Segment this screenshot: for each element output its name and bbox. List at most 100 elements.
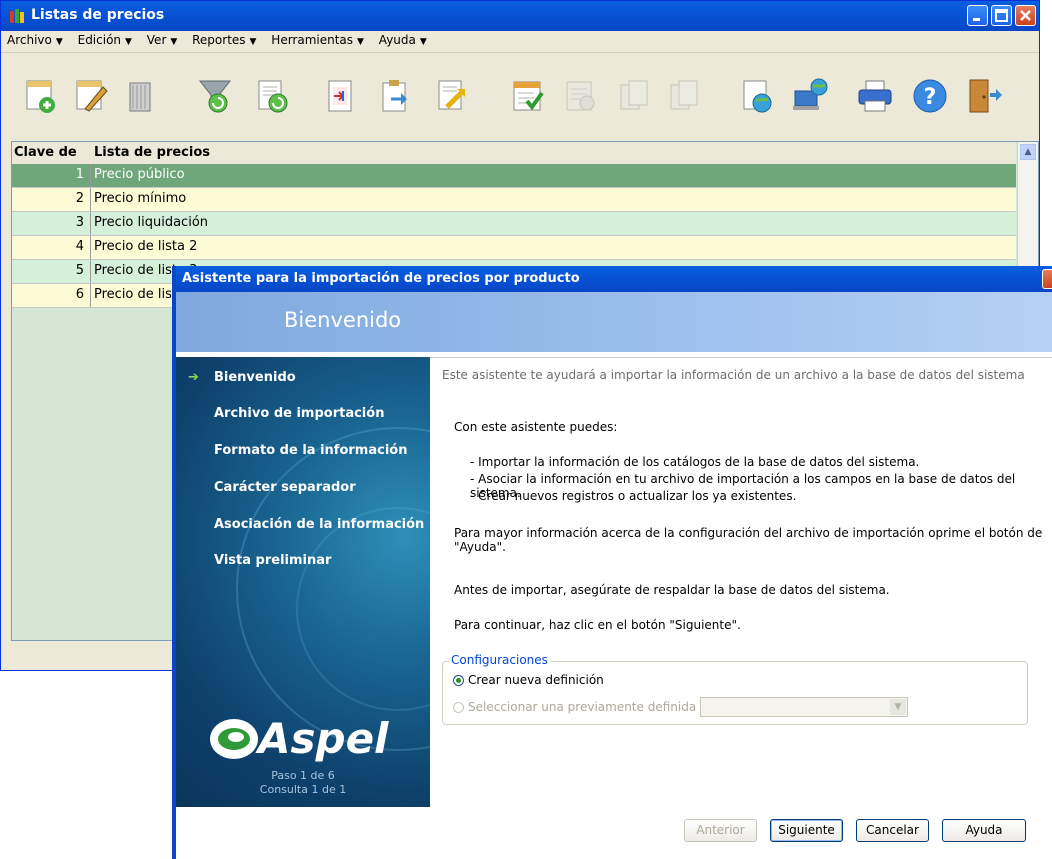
menu-label: Ayuda (378, 33, 416, 47)
bullet-1: - Importar la información de los catálog… (470, 455, 920, 469)
column-header-key[interactable]: Clave de (14, 145, 77, 160)
minimize-button[interactable] (967, 5, 988, 26)
grid-header: Clave de Lista de precios (12, 142, 1016, 165)
add-document-icon[interactable] (21, 77, 59, 115)
row-key: 1 (75, 167, 84, 182)
paste-document-icon[interactable] (377, 77, 415, 115)
column-divider (90, 188, 91, 211)
wizard-titlebar: Asistente para la importación de precios… (176, 266, 1052, 292)
can-do-text: Con este asistente puedes: (454, 420, 618, 434)
menu-label: Edición (77, 33, 122, 47)
configurations-legend: Configuraciones (449, 653, 550, 667)
row-name: Precio mínimo (94, 191, 187, 206)
step-formato-informacion: Formato de la información (214, 443, 408, 458)
query-counter: Consulta 1 de 1 (259, 783, 347, 796)
wizard-heading: Bienvenido (284, 308, 402, 332)
aspel-logo: Aspel (210, 714, 389, 763)
column-divider (90, 260, 91, 283)
column-header-name[interactable]: Lista de precios (94, 145, 210, 160)
print-icon[interactable] (856, 77, 894, 115)
radio-unchecked-icon (453, 702, 464, 713)
restore-document-icon[interactable] (253, 77, 291, 115)
table-row[interactable]: 2 Precio mínimo (12, 188, 1016, 212)
exit-door-icon[interactable] (966, 77, 1004, 115)
row-name: Precio liquidación (94, 215, 209, 230)
continue-text: Para continuar, haz clic en el botón "Si… (454, 618, 741, 632)
wizard-banner: Bienvenido (176, 292, 1052, 352)
copy-disabled-icon[interactable] (615, 77, 653, 115)
step-archivo-importacion: Archivo de importación (214, 406, 385, 421)
wizard-content: Este asistente te ayudará a importar la … (430, 357, 1052, 808)
row-name: Precio de lista 2 (94, 239, 198, 254)
cancel-button[interactable]: Cancelar (856, 819, 929, 842)
dropdown-arrow-icon: ▼ (125, 37, 132, 47)
back-button[interactable]: Anterior (684, 819, 757, 842)
intro-text: Este asistente te ayudará a importar la … (442, 368, 1025, 382)
report-disabled-icon[interactable] (561, 77, 599, 115)
dropdown-arrow-icon: ▼ (357, 37, 364, 47)
step-counter: Paso 1 de 6 (271, 769, 335, 782)
export-icon[interactable] (321, 77, 359, 115)
step-caracter-separador: Carácter separador (214, 480, 356, 495)
chevron-down-icon[interactable]: ▼ (890, 699, 906, 715)
column-divider (90, 164, 91, 187)
delete-trash-icon[interactable] (121, 77, 159, 115)
row-key: 2 (75, 191, 84, 206)
refresh-filter-icon[interactable] (196, 77, 234, 115)
checklist-icon[interactable] (509, 77, 547, 115)
app-books-icon (10, 9, 24, 23)
bullet-3: - Crear nuevos registros o actualizar lo… (470, 489, 797, 503)
radio-label: Seleccionar una previamente definida (468, 700, 697, 714)
menu-label: Archivo (7, 33, 52, 47)
close-button[interactable] (1015, 5, 1036, 26)
more-info-text: Para mayor información acerca de la conf… (454, 526, 1043, 554)
table-row[interactable]: 1 Precio público (12, 164, 1016, 188)
network-computer-icon[interactable] (791, 77, 829, 115)
menu-herramientas[interactable]: Herramientas ▼ (265, 31, 369, 47)
column-divider (90, 236, 91, 259)
wizard-title: Asistente para la importación de precios… (182, 271, 580, 286)
import-wizard-dialog: Asistente para la importación de precios… (172, 266, 1052, 859)
column-divider (90, 284, 91, 307)
dropdown-arrow-icon: ▼ (55, 37, 63, 47)
table-row[interactable]: 4 Precio de lista 2 (12, 236, 1016, 260)
maximize-button[interactable] (991, 5, 1012, 26)
step-vista-preliminar: Vista preliminar (214, 553, 332, 568)
row-key: 6 (75, 287, 84, 302)
edit-document-icon[interactable] (71, 77, 109, 115)
main-window-title: Listas de precios (31, 7, 165, 23)
wizard-steps-panel: ➔ Bienvenido Archivo de importación Form… (176, 357, 430, 807)
column-divider (90, 212, 91, 235)
menu-ver[interactable]: Ver ▼ (141, 31, 183, 47)
help-icon[interactable]: ? (911, 77, 949, 115)
scroll-up-icon[interactable]: ▲ (1020, 144, 1036, 160)
import-document-icon[interactable] (433, 77, 471, 115)
dropdown-arrow-icon: ▼ (249, 37, 257, 47)
current-step-arrow-icon: ➔ (188, 370, 199, 385)
close-icon (1020, 10, 1031, 21)
menu-bar: Archivo ▼ Edición ▼ Ver ▼ Reportes ▼ Herrami… (1, 31, 1039, 53)
menu-label: Herramientas (271, 33, 354, 47)
menu-label: Ver (146, 33, 167, 47)
menu-ayuda[interactable]: Ayuda ▼ (373, 31, 432, 47)
menu-archivo[interactable]: Archivo ▼ (1, 31, 68, 47)
toolbar: ? (1, 53, 1039, 139)
radio-new-definition[interactable]: Crear nueva definición (453, 673, 604, 687)
main-titlebar: Listas de precios (1, 1, 1039, 31)
copy-disabled-icon-2[interactable] (665, 77, 703, 115)
backup-text: Antes de importar, asegúrate de respalda… (454, 583, 890, 597)
wizard-close-button[interactable] (1042, 269, 1052, 289)
table-row[interactable]: 3 Precio liquidación (12, 212, 1016, 236)
maximize-icon (995, 9, 1008, 22)
minimize-icon (973, 18, 980, 21)
next-button[interactable]: Siguiente (770, 819, 843, 842)
configurations-group: Configuraciones Crear nueva definición S… (442, 653, 1028, 725)
menu-reportes[interactable]: Reportes ▼ (186, 31, 261, 47)
row-key: 3 (75, 215, 84, 230)
menu-edicion[interactable]: Edición ▼ (72, 31, 137, 47)
web-document-icon[interactable] (738, 77, 776, 115)
help-button[interactable]: Ayuda (942, 819, 1026, 842)
radio-existing-definition[interactable]: Seleccionar una previamente definida (453, 700, 696, 714)
brand-text: Aspel (255, 714, 389, 763)
definition-select[interactable]: ▼ (700, 697, 908, 717)
